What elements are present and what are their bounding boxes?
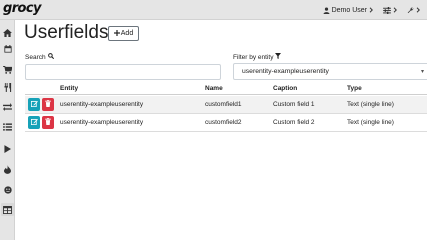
sidebar-item-shopping[interactable] xyxy=(3,65,12,74)
sliders-icon xyxy=(383,6,391,14)
filter-icon xyxy=(275,53,282,61)
edit-button[interactable] xyxy=(28,116,40,129)
exchange-icon xyxy=(3,102,12,111)
chevron-down-icon: ▾ xyxy=(420,69,424,75)
search-icon xyxy=(47,53,54,61)
cell-type: Text (single line) xyxy=(347,119,394,126)
chevron-right-icon xyxy=(393,7,398,13)
app-logo[interactable]: grocy xyxy=(3,1,41,16)
cell-name: customfield2 xyxy=(205,119,242,126)
sidebar-item-transfer[interactable] xyxy=(3,102,12,111)
table-row: userentity-exampleuserentity customfield… xyxy=(25,114,427,132)
sidebar xyxy=(0,20,15,240)
list-icon xyxy=(3,122,12,131)
edit-icon xyxy=(30,118,38,127)
entity-filter-label-text: Filter by entity xyxy=(233,53,274,61)
user-name: Demo User xyxy=(331,6,367,14)
sidebar-item-calendar[interactable] xyxy=(3,44,12,53)
column-header-name[interactable]: Name xyxy=(205,85,223,92)
search-label-text: Search xyxy=(25,53,46,61)
delete-button[interactable] xyxy=(42,116,54,129)
delete-button[interactable] xyxy=(42,98,54,111)
chevron-right-icon xyxy=(416,7,421,13)
top-navbar: grocy Demo User xyxy=(0,0,427,20)
sidebar-item-recipes[interactable] xyxy=(3,83,12,92)
table-header: Entity Name Caption Type xyxy=(25,84,427,95)
cell-caption: Custom field 1 xyxy=(273,101,315,108)
circle-icon xyxy=(3,185,12,194)
page-title: Userfields xyxy=(24,22,109,43)
entity-filter-value: userentity-exampleuserentity xyxy=(242,68,329,75)
sidebar-item-userentities[interactable] xyxy=(1,203,14,216)
sidebar-item-tasks[interactable] xyxy=(3,122,12,131)
settings-menu[interactable] xyxy=(383,6,398,14)
calendar-icon xyxy=(3,44,12,53)
top-right-menu: Demo User xyxy=(323,0,421,20)
column-header-type[interactable]: Type xyxy=(347,85,362,92)
cell-caption: Custom field 2 xyxy=(273,119,315,126)
table-row: userentity-exampleuserentity customfield… xyxy=(25,96,427,114)
cart-icon xyxy=(3,65,12,74)
column-header-entity[interactable]: Entity xyxy=(60,85,78,92)
add-button-label: Add xyxy=(120,30,134,37)
sidebar-item-batteries[interactable] xyxy=(3,144,12,153)
edit-icon xyxy=(30,100,38,109)
entity-filter-select[interactable]: userentity-exampleuserentity ▾ xyxy=(233,63,427,80)
cell-entity: userentity-exampleuserentity xyxy=(60,101,144,108)
utensils-icon xyxy=(3,83,12,92)
wrench-icon xyxy=(407,7,414,14)
play-icon xyxy=(4,144,11,153)
entity-filter-label: Filter by entity xyxy=(233,53,282,61)
column-header-caption[interactable]: Caption xyxy=(273,85,297,92)
user-icon xyxy=(323,6,330,14)
add-button[interactable]: Add xyxy=(108,26,139,41)
sidebar-item-overview[interactable] xyxy=(3,28,12,37)
tools-menu[interactable] xyxy=(407,7,421,14)
cell-entity: userentity-exampleuserentity xyxy=(60,119,144,126)
edit-button[interactable] xyxy=(28,98,40,111)
chevron-right-icon xyxy=(369,7,374,13)
cell-name: customfield1 xyxy=(205,101,242,108)
search-input[interactable] xyxy=(25,64,221,80)
home-icon xyxy=(3,28,12,37)
cell-type: Text (single line) xyxy=(347,101,394,108)
sidebar-item-misc[interactable] xyxy=(3,185,12,194)
trash-icon xyxy=(45,118,51,127)
table-icon xyxy=(3,205,12,214)
sidebar-item-equipment[interactable] xyxy=(3,165,12,174)
search-label: Search xyxy=(25,53,54,61)
user-menu[interactable]: Demo User xyxy=(323,7,374,14)
fire-icon xyxy=(4,165,11,174)
trash-icon xyxy=(45,100,51,109)
plus-icon xyxy=(113,29,120,38)
